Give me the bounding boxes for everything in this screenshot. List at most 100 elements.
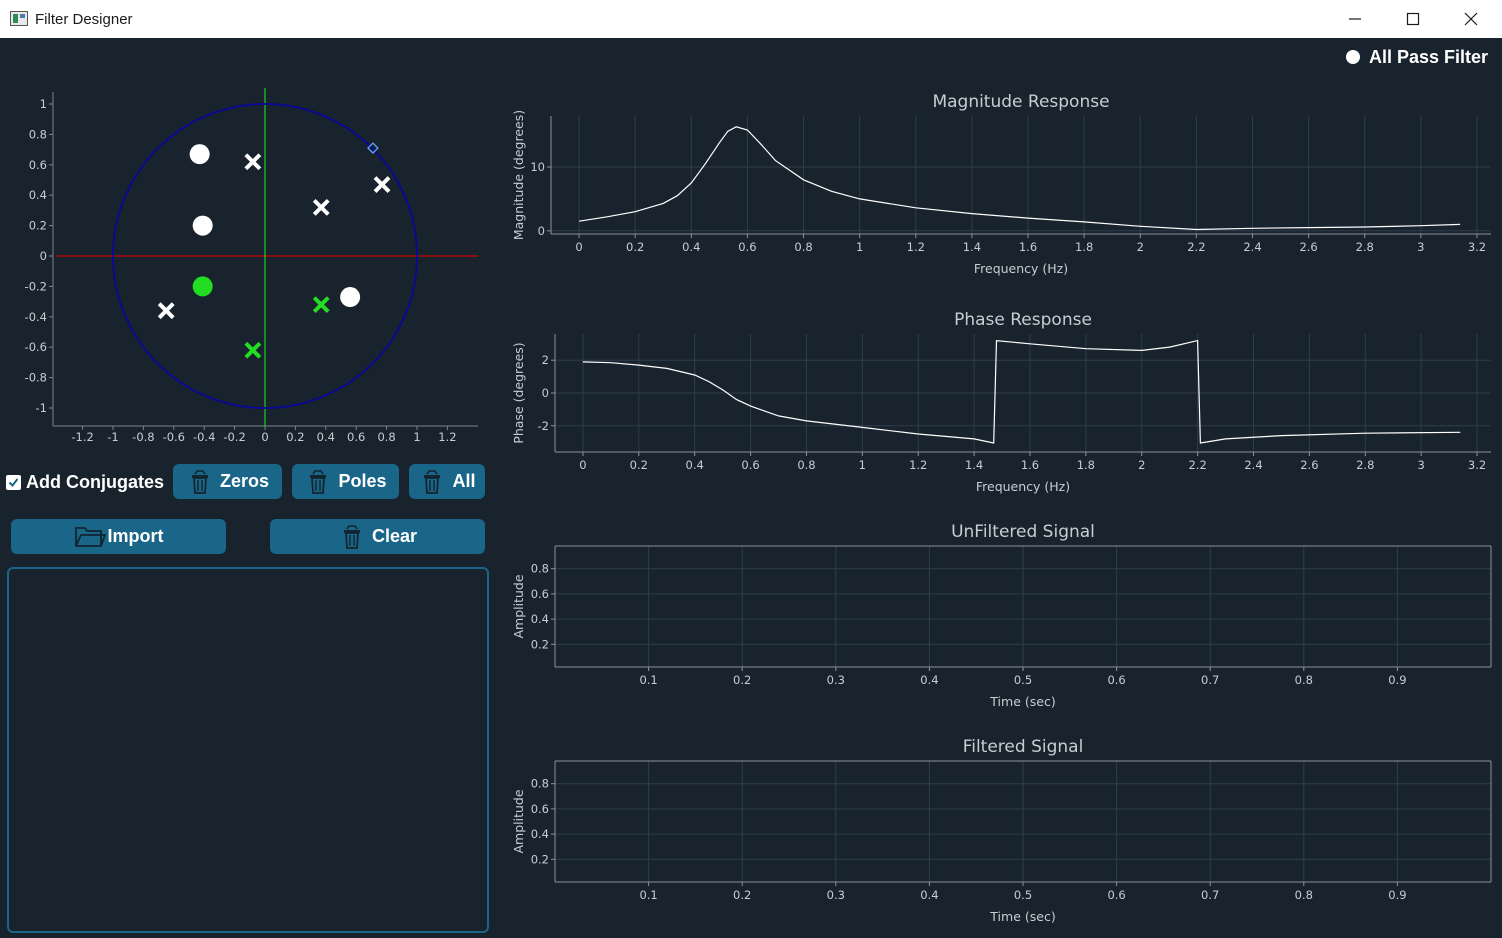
y-tick-label: 0.6: [531, 802, 549, 816]
pole-marker: [312, 198, 330, 216]
delete-zeros-button[interactable]: Zeros: [173, 464, 282, 499]
trash-icon: [304, 468, 332, 496]
x-tick-label: 0: [575, 240, 582, 254]
x-tick-label: 0.1: [639, 888, 657, 902]
x-tick-label: -1.2: [71, 430, 93, 444]
magnitude-response-plot[interactable]: Magnitude Response 0 0.2 0.4 0.6 0.8 1 1.2 1.4 1.…: [505, 88, 1495, 280]
series-line: [579, 126, 1461, 231]
y-tick-label: -2: [538, 419, 549, 433]
x-tick-label: 0.6: [738, 240, 756, 254]
y-tick-label: 0.6: [29, 158, 47, 172]
close-button[interactable]: [1442, 0, 1500, 38]
x-tick-label: 3: [1417, 240, 1424, 254]
series-line: [582, 339, 1461, 444]
x-tick-label: 1.4: [963, 240, 981, 254]
x-tick-label: 0.4: [686, 458, 704, 472]
delete-poles-button[interactable]: Poles: [292, 464, 399, 499]
x-tick-label: 2.8: [1356, 240, 1374, 254]
x-tick-label: 0.3: [827, 888, 845, 902]
x-tick-label: 0.8: [797, 458, 815, 472]
zero-marker: [192, 215, 213, 236]
x-tick-label: 0: [261, 430, 268, 444]
x-tick-label: 0.1: [639, 673, 657, 687]
y-axis-label: Magnitude (degrees): [511, 110, 526, 240]
import-button-label: Import: [107, 526, 164, 546]
delete-all-button[interactable]: All: [409, 464, 485, 499]
x-tick-label: 0.5: [1014, 673, 1032, 687]
x-tick-label: 3.2: [1468, 458, 1486, 472]
y-tick-label: -0.6: [25, 340, 47, 354]
y-axis-label: Amplitude: [511, 574, 526, 638]
pole-marker: [312, 296, 330, 314]
all-pass-filter-radio[interactable]: All Pass Filter: [1346, 46, 1488, 68]
x-tick-label: 1.2: [907, 240, 925, 254]
y-tick-label: 0.8: [531, 562, 549, 576]
x-tick-label: 2: [1137, 240, 1144, 254]
chart-title: Phase Response: [954, 310, 1092, 330]
y-tick-label: 0.4: [531, 827, 549, 841]
import-button[interactable]: Import: [11, 519, 226, 554]
all-pass-filter-label: All Pass Filter: [1369, 46, 1489, 67]
checkbox-indicator[interactable]: [6, 475, 21, 490]
x-tick-label: 1: [413, 430, 420, 444]
x-tick-label: 2.6: [1300, 458, 1318, 472]
y-tick-label: 1: [40, 97, 47, 111]
y-tick-label: 0.8: [531, 777, 549, 791]
unfiltered-signal-plot[interactable]: UnFiltered Signal 0.1 0.2 0.3 0.4 0.5 0.6 0.7 0.…: [505, 517, 1495, 713]
y-tick-label: 0.2: [29, 219, 47, 233]
x-tick-label: 1.6: [1019, 240, 1037, 254]
y-tick-label: 10: [530, 160, 545, 174]
y-tick-label: 0.4: [531, 612, 549, 626]
x-tick-label: 0: [579, 458, 586, 472]
x-axis-label: Time (sec): [989, 909, 1055, 924]
zero-marker: [189, 144, 210, 165]
x-tick-label: 0.6: [1107, 888, 1125, 902]
x-tick-label: 1.2: [909, 458, 927, 472]
radio-indicator[interactable]: [1346, 50, 1360, 64]
title-bar: Filter Designer: [0, 0, 1502, 38]
x-tick-label: 0.6: [741, 458, 759, 472]
x-tick-label: 0.7: [1201, 888, 1219, 902]
signal-input-area[interactable]: [7, 567, 489, 933]
x-tick-label: 0.9: [1388, 888, 1406, 902]
x-tick-label: -1: [107, 430, 118, 444]
y-tick-label: 0.2: [531, 637, 549, 651]
trash-icon: [186, 468, 214, 496]
x-tick-label: 1.4: [965, 458, 983, 472]
x-tick-label: 1: [856, 240, 863, 254]
x-tick-label: 2.6: [1299, 240, 1317, 254]
x-tick-label: 0.6: [1107, 673, 1125, 687]
x-axis-label: Frequency (Hz): [976, 479, 1070, 494]
pole-marker: [244, 153, 262, 171]
x-tick-label: 0.7: [1201, 673, 1219, 687]
y-tick-label: -0.8: [25, 371, 47, 385]
y-axis-label: Amplitude: [511, 789, 526, 853]
window-title: Filter Designer: [35, 11, 133, 28]
folder-icon: [74, 524, 106, 550]
clear-button-label: Clear: [371, 526, 418, 546]
y-axis-label: Phase (degrees): [511, 342, 526, 443]
x-tick-label: 0.2: [626, 240, 644, 254]
maximize-button[interactable]: [1384, 0, 1442, 38]
add-conjugates-label: Add Conjugates: [26, 472, 164, 492]
x-tick-label: 2: [1138, 458, 1145, 472]
x-tick-label: 1.6: [1021, 458, 1039, 472]
zero-marker: [340, 287, 361, 308]
x-tick-label: 0.8: [1295, 673, 1313, 687]
minimize-button[interactable]: [1326, 0, 1384, 38]
filtered-signal-plot[interactable]: Filtered Signal 0.1 0.2 0.3 0.4 0.5 0.6 0.7 0.8 0…: [505, 732, 1495, 928]
x-tick-label: 0.2: [733, 673, 751, 687]
x-tick-label: 0.4: [920, 888, 938, 902]
phase-response-plot[interactable]: Phase Response 0 0.2 0.4 0.6 0.8 1 1.2 1.4 1.6 1.8…: [505, 306, 1495, 498]
pole-zero-plot[interactable]: 1 0.8 0.6 0.4 0.2 0 -0.2 -0.4 -0.6 -0.8 -1 -1.2 -1 -0…: [0, 80, 490, 450]
pole-marker: [373, 176, 391, 193]
clear-button[interactable]: Clear: [270, 519, 485, 554]
x-tick-label: 0.8: [377, 430, 395, 444]
add-conjugates-checkbox[interactable]: Add Conjugates: [6, 472, 164, 493]
pole-marker: [244, 341, 262, 359]
x-tick-label: 0.6: [347, 430, 365, 444]
y-tick-label: -1: [36, 401, 47, 415]
y-tick-label: -0.2: [25, 279, 47, 293]
x-tick-label: 0.4: [920, 673, 938, 687]
x-tick-label: 0.2: [630, 458, 648, 472]
